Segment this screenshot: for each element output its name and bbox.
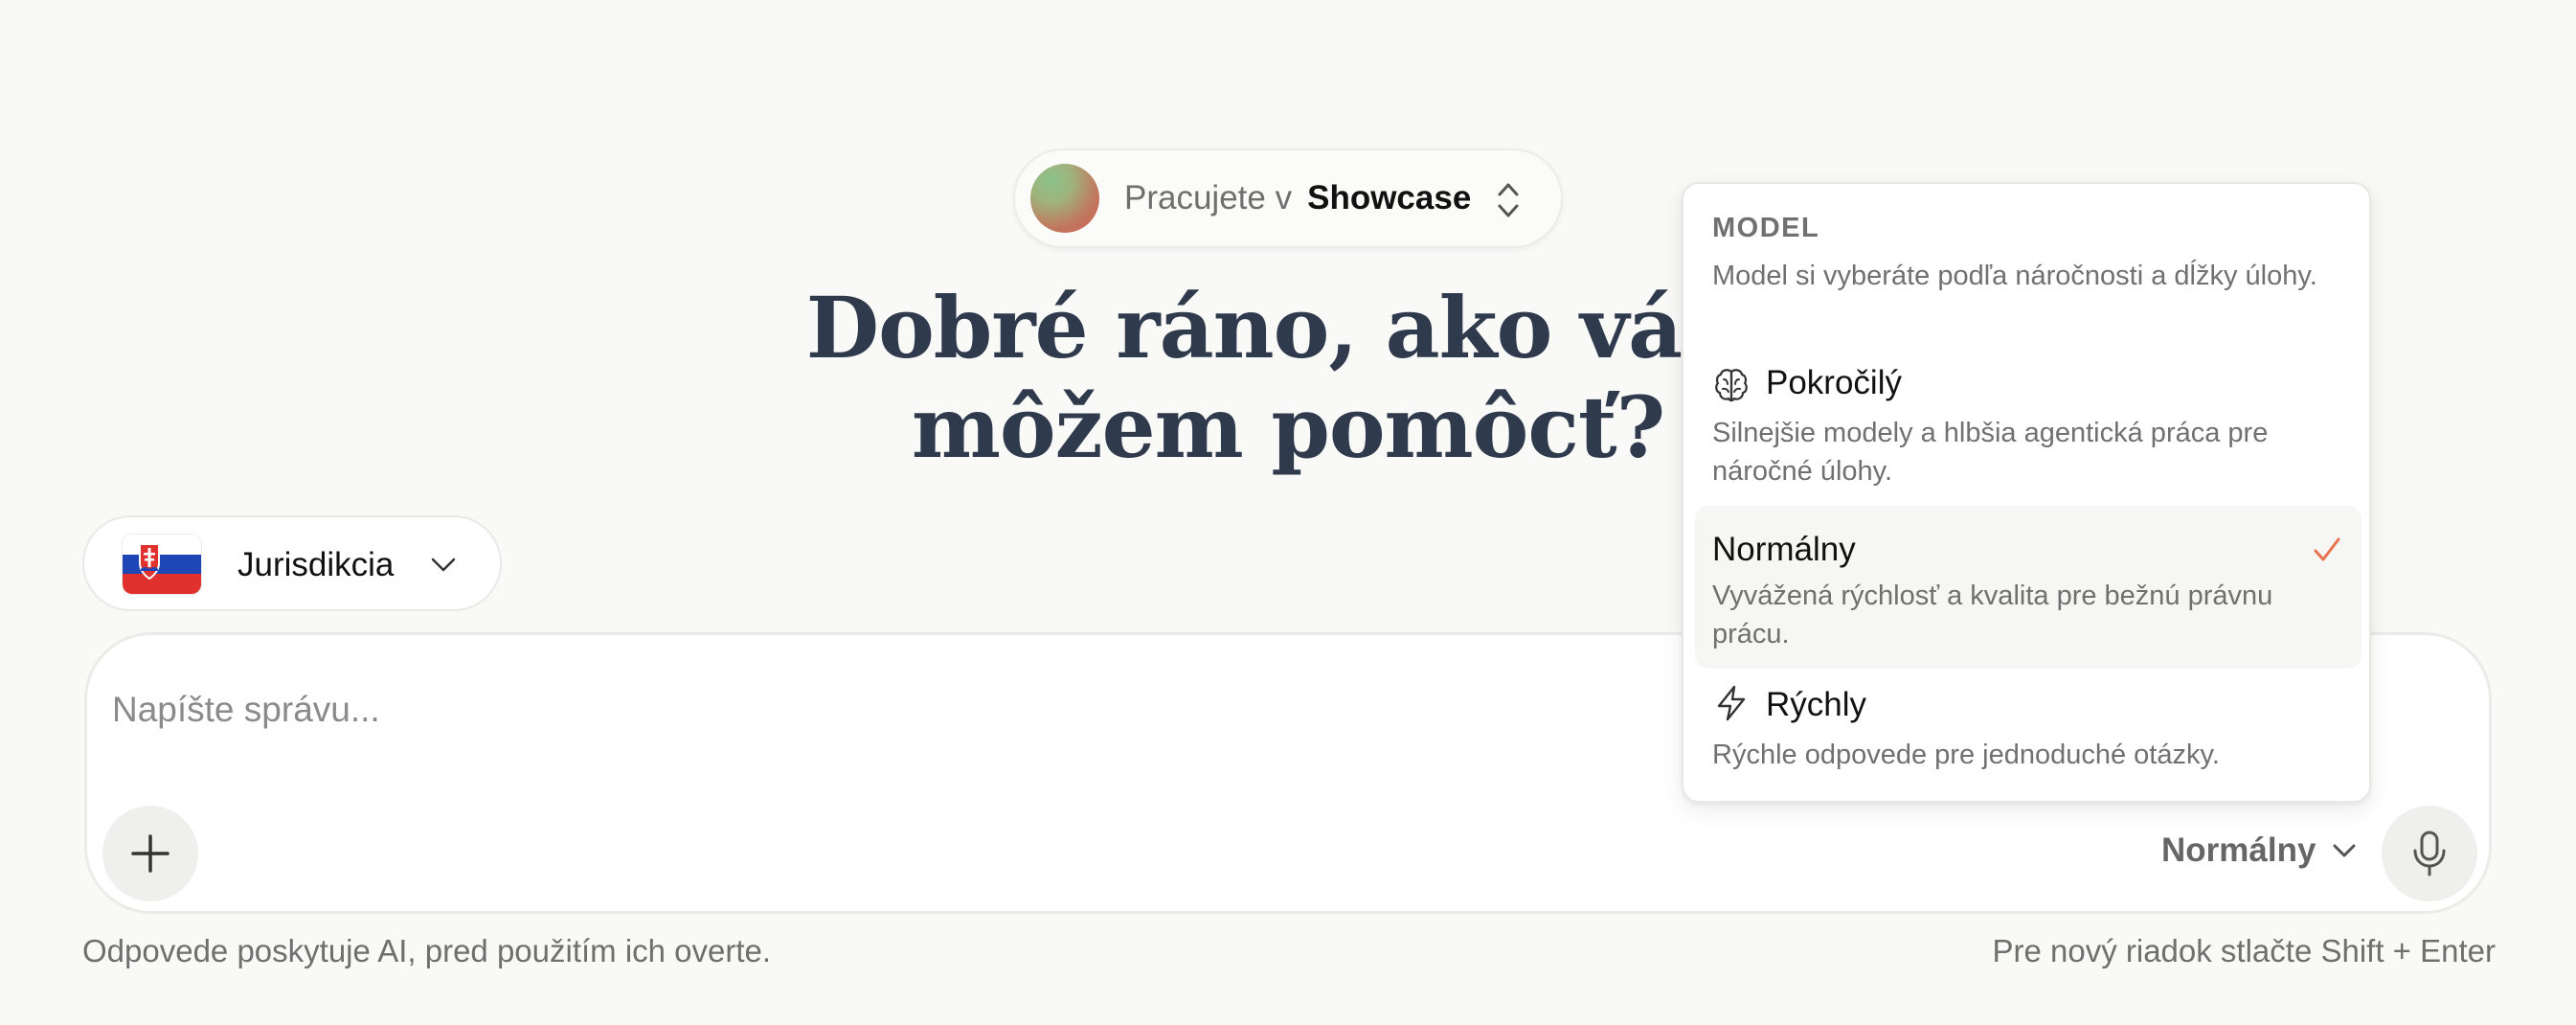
model-menu: MODEL Model si vyberáte podľa náročnosti… xyxy=(1682,182,2371,803)
chevron-down-icon xyxy=(2333,844,2356,857)
lightning-icon xyxy=(1717,685,1746,721)
brain-icon xyxy=(1715,369,1748,402)
model-option-subtitle: Vyvážená rýchlosť a kvalita pre bežnú pr… xyxy=(1712,581,2273,649)
jurisdiction-label: Jurisdikcia xyxy=(237,546,395,583)
slovakia-flag-icon xyxy=(123,535,201,594)
newline-hint: Pre nový riadok stlačte Shift + Enter xyxy=(1992,933,2496,968)
model-option-fast[interactable]: Rýchly Rýchle odpovede pre jednoduché ot… xyxy=(1695,671,2361,793)
model-select-button[interactable]: Normálny xyxy=(2161,831,2358,870)
workspace-switcher[interactable]: Pracujete v Showcase xyxy=(1013,148,1563,248)
model-menu-description: Model si vyberáte podľa náročnosti a dĺž… xyxy=(1712,261,2317,291)
ai-disclaimer: Odpovede poskytuje AI, pred použitím ich… xyxy=(82,933,772,968)
microphone-button[interactable] xyxy=(2382,806,2477,901)
message-input[interactable] xyxy=(112,681,1644,739)
workspace-avatar xyxy=(1030,164,1099,233)
chevron-up-down-icon xyxy=(1498,183,1519,217)
plus-icon xyxy=(131,834,169,873)
workspace-name: Showcase xyxy=(1307,179,1472,216)
microphone-icon xyxy=(2413,831,2446,877)
model-option-title: Pokročilý xyxy=(1766,364,1902,401)
model-option-subtitle: Silnejšie modely a hlbšia agentická prác… xyxy=(1712,418,2269,487)
model-option-normal[interactable]: Normálny Vyvážená rýchlosť a kvalita pre… xyxy=(1695,506,2361,669)
add-attachment-button[interactable] xyxy=(102,806,198,901)
model-select-label: Normálny xyxy=(2161,831,2316,869)
jurisdiction-select[interactable]: Jurisdikcia xyxy=(82,515,502,611)
page: Pracujete v Showcase Dobré ráno, ako vám… xyxy=(0,0,2576,1025)
model-menu-heading: MODEL xyxy=(1712,213,1820,243)
chevron-down-icon xyxy=(431,558,456,572)
model-option-title: Normálny xyxy=(1712,531,1856,568)
model-option-advanced[interactable]: Pokročilý Silnejšie modely a hlbšia agen… xyxy=(1695,349,2361,504)
workspace-prefix: Pracujete v xyxy=(1124,179,1293,216)
checkmark-icon xyxy=(2314,537,2340,561)
model-option-subtitle: Rýchle odpovede pre jednoduché otázky. xyxy=(1712,740,2220,770)
model-option-title: Rýchly xyxy=(1766,686,1867,723)
